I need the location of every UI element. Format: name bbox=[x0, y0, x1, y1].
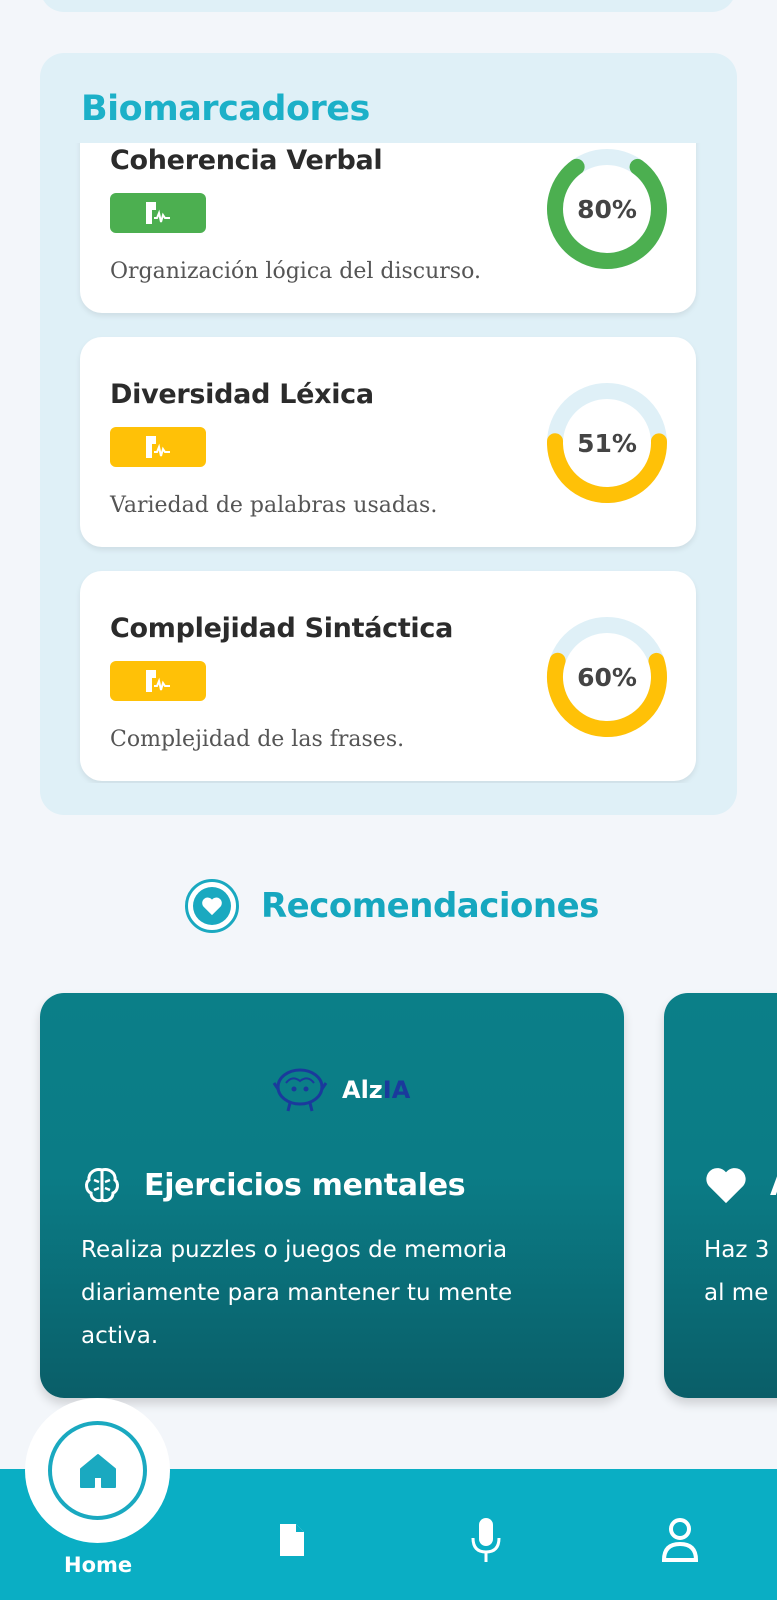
home-button[interactable] bbox=[48, 1421, 147, 1520]
biomarker-status-tag bbox=[110, 427, 206, 467]
recommendation-card-mental-exercises[interactable]: AlzIA Ejercicios mentales Realiza puzzle… bbox=[40, 993, 624, 1398]
biomarker-name: Complejidad Sintáctica bbox=[110, 613, 454, 644]
biomarkers-list[interactable]: Coherencia Verbal Organización lógica de… bbox=[40, 143, 737, 783]
home-icon bbox=[79, 1453, 116, 1488]
biomarker-percent: 80% bbox=[577, 194, 637, 224]
biomarker-description: Organización lógica del discurso. bbox=[110, 259, 481, 284]
speech-waveform-icon bbox=[146, 202, 170, 224]
biomarker-progress-ring: 51% bbox=[545, 381, 669, 505]
document-icon[interactable] bbox=[268, 1514, 316, 1566]
recommendation-title-row: A bbox=[704, 1165, 777, 1205]
heart-icon bbox=[706, 1168, 746, 1204]
biomarker-card-syntactic[interactable]: Complejidad Sintáctica Complejidad de la… bbox=[80, 571, 696, 781]
microphone-icon[interactable] bbox=[462, 1514, 510, 1566]
biomarker-name: Coherencia Verbal bbox=[110, 145, 383, 176]
biomarker-percent: 51% bbox=[577, 428, 637, 458]
biomarker-status-tag bbox=[110, 193, 206, 233]
profile-icon[interactable] bbox=[656, 1514, 704, 1566]
biomarkers-section: Biomarcadores Coherencia Verbal Organiza… bbox=[40, 53, 737, 815]
recommendations-title: Recomendaciones bbox=[261, 886, 599, 926]
recommendation-body: Haz 3 al me bbox=[704, 1237, 770, 1306]
biomarker-status-tag bbox=[110, 661, 206, 701]
speech-waveform-icon bbox=[146, 436, 170, 458]
recommendation-card-partial[interactable]: A Haz 3 al me bbox=[664, 993, 777, 1398]
recommendation-title-row: Ejercicios mentales bbox=[82, 1165, 466, 1205]
recommendation-body: Realiza puzzles o juegos de memoria diar… bbox=[81, 1237, 513, 1349]
alzia-logo: AlzIA bbox=[272, 1067, 410, 1113]
biomarker-description: Variedad de palabras usadas. bbox=[110, 493, 438, 518]
heart-badge-icon bbox=[185, 879, 239, 933]
biomarkers-title: Biomarcadores bbox=[81, 89, 370, 129]
biomarker-name: Diversidad Léxica bbox=[110, 379, 374, 410]
biomarker-card-lexical[interactable]: Diversidad Léxica Variedad de palabras u… bbox=[80, 337, 696, 547]
biomarker-description: Complejidad de las frases. bbox=[110, 727, 405, 752]
recommendation-title: Ejercicios mentales bbox=[144, 1167, 466, 1203]
previous-card bbox=[40, 0, 736, 12]
speech-waveform-icon bbox=[146, 670, 170, 692]
recommendations-header: Recomendaciones bbox=[185, 878, 599, 934]
biomarker-progress-ring: 60% bbox=[545, 615, 669, 739]
biomarker-progress-ring: 80% bbox=[545, 147, 669, 271]
brain-icon bbox=[85, 1168, 119, 1203]
brain-mascot-icon bbox=[272, 1068, 328, 1112]
biomarker-card-coherence[interactable]: Coherencia Verbal Organización lógica de… bbox=[80, 143, 696, 313]
biomarker-percent: 60% bbox=[577, 662, 637, 692]
home-label[interactable]: Home bbox=[64, 1553, 132, 1577]
alzia-logo-text: AlzIA bbox=[342, 1076, 411, 1104]
recommendation-title: A bbox=[770, 1168, 777, 1203]
